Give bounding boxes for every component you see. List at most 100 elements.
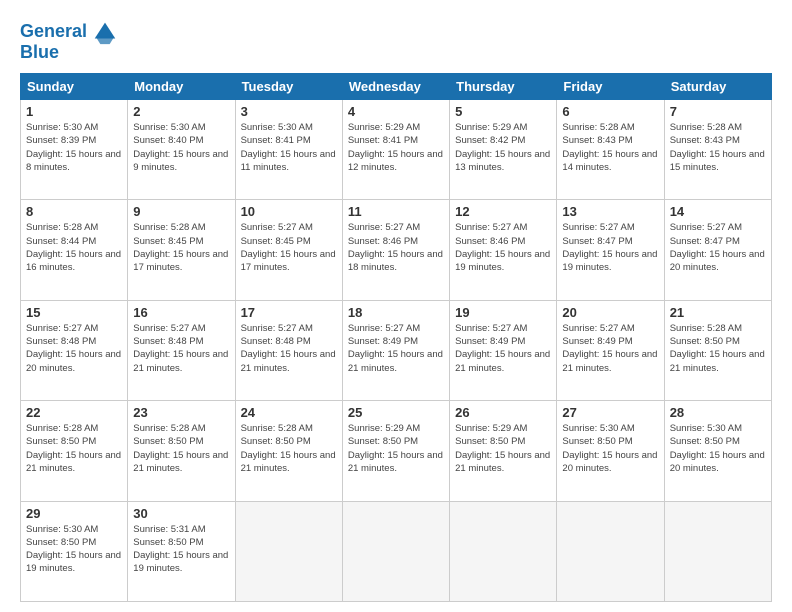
calendar-cell: 2 Sunrise: 5:30 AMSunset: 8:40 PMDaylight… — [128, 100, 235, 200]
calendar-cell: 15Sunrise: 5:27 AMSunset: 8:48 PMDayligh… — [21, 300, 128, 400]
calendar-week-5: 29Sunrise: 5:30 AMSunset: 8:50 PMDayligh… — [21, 501, 772, 601]
day-info: Sunrise: 5:29 AMSunset: 8:42 PMDaylight:… — [455, 122, 550, 173]
calendar-cell: 23 Sunrise: 5:28 AMSunset: 8:50 PMDayligh… — [128, 401, 235, 501]
day-number: 15 — [26, 305, 122, 320]
day-info: Sunrise: 5:28 AMSunset: 8:45 PMDaylight:… — [133, 222, 228, 273]
day-number: 17 — [241, 305, 337, 320]
day-info: Sunrise: 5:28 AMSunset: 8:50 PMDaylight:… — [670, 323, 765, 374]
day-number: 26 — [455, 405, 551, 420]
day-number: 22 — [26, 405, 122, 420]
logo-icon — [91, 18, 119, 46]
calendar-cell: 6 Sunrise: 5:28 AMSunset: 8:43 PMDaylight… — [557, 100, 664, 200]
calendar-cell: 30 Sunrise: 5:31 AMSunset: 8:50 PMDayligh… — [128, 501, 235, 601]
calendar-cell: 27Sunrise: 5:30 AMSunset: 8:50 PMDayligh… — [557, 401, 664, 501]
day-number: 11 — [348, 204, 444, 219]
day-info: Sunrise: 5:29 AMSunset: 8:41 PMDaylight:… — [348, 122, 443, 173]
calendar-cell: 20Sunrise: 5:27 AMSunset: 8:49 PMDayligh… — [557, 300, 664, 400]
page: General Blue SundayMondayTuesdayWednesda… — [0, 0, 792, 612]
calendar-cell: 26 Sunrise: 5:29 AMSunset: 8:50 PMDayligh… — [450, 401, 557, 501]
day-info: Sunrise: 5:27 AMSunset: 8:49 PMDaylight:… — [455, 323, 550, 374]
calendar-cell: 16 Sunrise: 5:27 AMSunset: 8:48 PMDayligh… — [128, 300, 235, 400]
day-number: 3 — [241, 104, 337, 119]
calendar-header-row: SundayMondayTuesdayWednesdayThursdayFrid… — [21, 74, 772, 100]
calendar-body: 1 Sunrise: 5:30 AMSunset: 8:39 PMDaylight… — [21, 100, 772, 602]
day-info: Sunrise: 5:30 AMSunset: 8:40 PMDaylight:… — [133, 122, 228, 173]
day-number: 13 — [562, 204, 658, 219]
calendar-week-3: 15 Sunrise: 5:27 AMSunset: 8:48 PMDayligh… — [21, 300, 772, 400]
day-number: 16 — [133, 305, 229, 320]
calendar-cell: 5 Sunrise: 5:29 AMSunset: 8:42 PMDaylight… — [450, 100, 557, 200]
header-cell-thursday: Thursday — [450, 74, 557, 100]
day-info: Sunrise: 5:27 AMSunset: 8:49 PMDaylight:… — [348, 323, 443, 374]
calendar-table: SundayMondayTuesdayWednesdayThursdayFrid… — [20, 73, 772, 602]
day-info: Sunrise: 5:31 AMSunset: 8:50 PMDaylight:… — [133, 524, 228, 575]
day-info: Sunrise: 5:28 AMSunset: 8:50 PMDaylight:… — [241, 423, 336, 474]
day-info: Sunrise: 5:28 AMSunset: 8:50 PMDaylight:… — [133, 423, 228, 474]
calendar-week-2: 8 Sunrise: 5:28 AMSunset: 8:44 PMDaylight… — [21, 200, 772, 300]
calendar-cell: 21 Sunrise: 5:28 AMSunset: 8:50 PMDayligh… — [664, 300, 771, 400]
header-cell-wednesday: Wednesday — [342, 74, 449, 100]
day-number: 25 — [348, 405, 444, 420]
day-number: 2 — [133, 104, 229, 119]
day-number: 23 — [133, 405, 229, 420]
calendar-week-4: 22 Sunrise: 5:28 AMSunset: 8:50 PMDayligh… — [21, 401, 772, 501]
day-info: Sunrise: 5:27 AMSunset: 8:45 PMDaylight:… — [241, 222, 336, 273]
calendar-cell: 9 Sunrise: 5:28 AMSunset: 8:45 PMDaylight… — [128, 200, 235, 300]
header-cell-monday: Monday — [128, 74, 235, 100]
day-number: 27 — [562, 405, 658, 420]
day-info: Sunrise: 5:28 AMSunset: 8:43 PMDaylight:… — [562, 122, 657, 173]
day-info: Sunrise: 5:27 AMSunset: 8:47 PMDaylight:… — [670, 222, 765, 273]
day-number: 30 — [133, 506, 229, 521]
calendar-cell: 29Sunrise: 5:30 AMSunset: 8:50 PMDayligh… — [21, 501, 128, 601]
day-number: 24 — [241, 405, 337, 420]
day-info: Sunrise: 5:27 AMSunset: 8:46 PMDaylight:… — [455, 222, 550, 273]
day-number: 5 — [455, 104, 551, 119]
calendar-cell: 25 Sunrise: 5:29 AMSunset: 8:50 PMDayligh… — [342, 401, 449, 501]
day-info: Sunrise: 5:28 AMSunset: 8:43 PMDaylight:… — [670, 122, 765, 173]
calendar-cell: 11 Sunrise: 5:27 AMSunset: 8:46 PMDayligh… — [342, 200, 449, 300]
calendar-cell: 3 Sunrise: 5:30 AMSunset: 8:41 PMDaylight… — [235, 100, 342, 200]
day-number: 4 — [348, 104, 444, 119]
day-info: Sunrise: 5:30 AMSunset: 8:41 PMDaylight:… — [241, 122, 336, 173]
day-info: Sunrise: 5:27 AMSunset: 8:48 PMDaylight:… — [241, 323, 336, 374]
day-number: 18 — [348, 305, 444, 320]
day-info: Sunrise: 5:27 AMSunset: 8:48 PMDaylight:… — [133, 323, 228, 374]
day-number: 14 — [670, 204, 766, 219]
header-cell-tuesday: Tuesday — [235, 74, 342, 100]
day-info: Sunrise: 5:28 AMSunset: 8:50 PMDaylight:… — [26, 423, 121, 474]
calendar-cell: 1 Sunrise: 5:30 AMSunset: 8:39 PMDaylight… — [21, 100, 128, 200]
calendar-cell — [342, 501, 449, 601]
calendar-cell: 22 Sunrise: 5:28 AMSunset: 8:50 PMDayligh… — [21, 401, 128, 501]
header-cell-friday: Friday — [557, 74, 664, 100]
day-info: Sunrise: 5:28 AMSunset: 8:44 PMDaylight:… — [26, 222, 121, 273]
day-info: Sunrise: 5:30 AMSunset: 8:39 PMDaylight:… — [26, 122, 121, 173]
day-info: Sunrise: 5:29 AMSunset: 8:50 PMDaylight:… — [455, 423, 550, 474]
day-number: 20 — [562, 305, 658, 320]
day-number: 19 — [455, 305, 551, 320]
calendar-week-1: 1 Sunrise: 5:30 AMSunset: 8:39 PMDaylight… — [21, 100, 772, 200]
day-number: 8 — [26, 204, 122, 219]
calendar-cell: 28Sunrise: 5:30 AMSunset: 8:50 PMDayligh… — [664, 401, 771, 501]
header-cell-sunday: Sunday — [21, 74, 128, 100]
day-info: Sunrise: 5:30 AMSunset: 8:50 PMDaylight:… — [670, 423, 765, 474]
day-number: 1 — [26, 104, 122, 119]
day-info: Sunrise: 5:27 AMSunset: 8:46 PMDaylight:… — [348, 222, 443, 273]
day-number: 7 — [670, 104, 766, 119]
day-info: Sunrise: 5:29 AMSunset: 8:50 PMDaylight:… — [348, 423, 443, 474]
calendar-cell: 12Sunrise: 5:27 AMSunset: 8:46 PMDayligh… — [450, 200, 557, 300]
calendar-cell: 8 Sunrise: 5:28 AMSunset: 8:44 PMDaylight… — [21, 200, 128, 300]
calendar-cell: 7 Sunrise: 5:28 AMSunset: 8:43 PMDaylight… — [664, 100, 771, 200]
day-number: 9 — [133, 204, 229, 219]
calendar-cell: 14 Sunrise: 5:27 AMSunset: 8:47 PMDayligh… — [664, 200, 771, 300]
calendar-cell: 24 Sunrise: 5:28 AMSunset: 8:50 PMDayligh… — [235, 401, 342, 501]
calendar-cell — [235, 501, 342, 601]
logo: General Blue — [20, 18, 119, 63]
day-number: 6 — [562, 104, 658, 119]
day-number: 29 — [26, 506, 122, 521]
calendar-cell — [664, 501, 771, 601]
day-number: 21 — [670, 305, 766, 320]
calendar-cell — [557, 501, 664, 601]
header: General Blue — [20, 18, 772, 63]
logo-text: General — [20, 22, 87, 42]
calendar-cell: 4 Sunrise: 5:29 AMSunset: 8:41 PMDaylight… — [342, 100, 449, 200]
